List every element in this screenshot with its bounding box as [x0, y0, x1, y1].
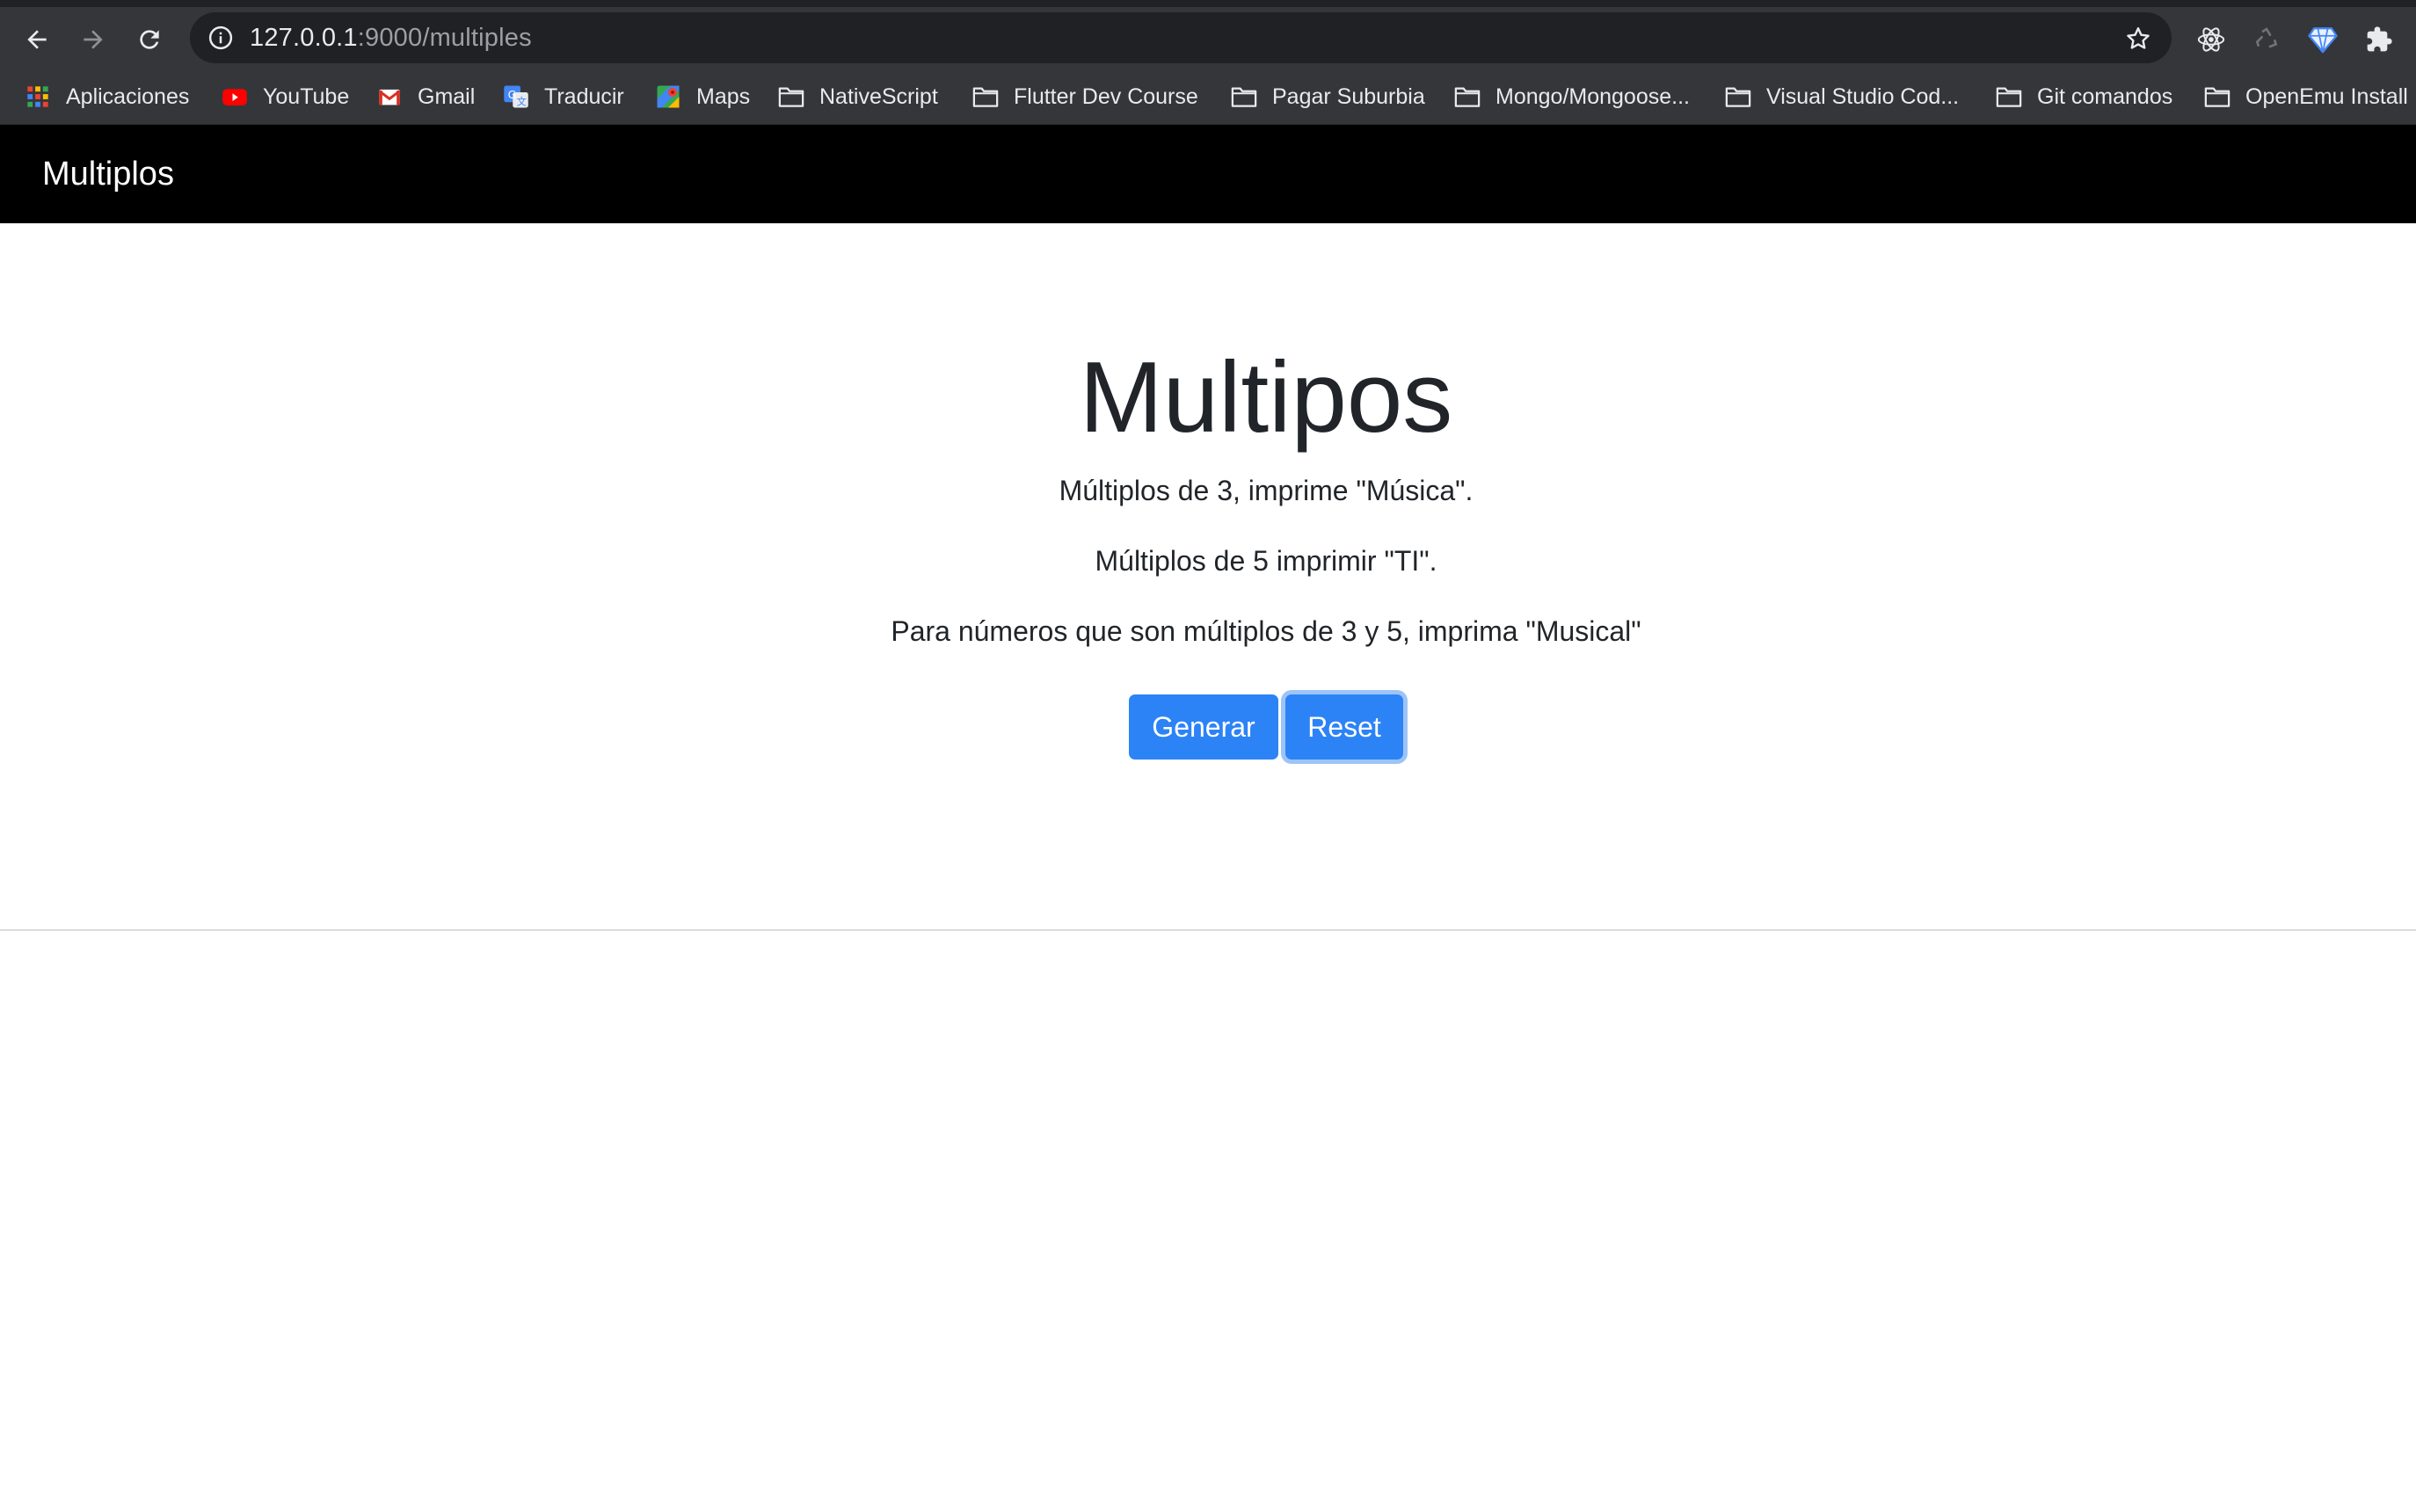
bookmark-git-comandos[interactable]: Git comandos	[1996, 69, 2173, 124]
bookmark-openemu-install[interactable]: OpenEmu Install	[2204, 69, 2408, 124]
folder-icon	[2204, 84, 2230, 110]
svg-text:文: 文	[517, 95, 527, 107]
info-icon[interactable]	[207, 25, 234, 51]
page-title: Multipos	[1079, 342, 1453, 454]
bookmark-pagar-suburbia[interactable]: Pagar Suburbia	[1231, 69, 1425, 124]
bookmark-nativescript[interactable]: NativeScript	[778, 69, 938, 124]
recycle-icon	[2255, 27, 2278, 48]
page-navbar: Multiplos	[0, 125, 2416, 223]
url-text[interactable]: 127.0.0.1:9000/multiples	[250, 24, 532, 52]
bookmark-label: OpenEmu Install	[2245, 84, 2408, 109]
bookmark-youtube[interactable]: YouTube	[222, 69, 350, 124]
diamond-icon	[2308, 27, 2338, 54]
bookmark-traducir[interactable]: G 文 Traducir	[503, 69, 624, 124]
bookmarks-bar: Aplicaciones YouTube Gmail G 文 Traducir …	[0, 69, 2416, 125]
reload-button[interactable]	[128, 18, 171, 61]
folder-icon	[1454, 84, 1481, 110]
arrow-left-icon	[27, 30, 47, 49]
svg-text:G: G	[508, 88, 517, 101]
address-bar[interactable]: 127.0.0.1:9000/multiples	[190, 12, 2172, 63]
maps-icon	[655, 84, 681, 110]
translate-icon: G 文	[503, 84, 529, 110]
reset-button[interactable]: Reset	[1285, 694, 1403, 760]
folder-icon	[1725, 84, 1751, 110]
bookmark-label: NativeScript	[819, 84, 938, 109]
recycle-extension[interactable]	[2251, 24, 2282, 55]
arrow-right-icon	[84, 30, 103, 49]
rule-multiples-of-3-and-5: Para números que son múltiplos de 3 y 5,…	[891, 615, 1641, 647]
bookmark-visual-studio-code[interactable]: Visual Studio Cod...	[1725, 69, 1960, 124]
bookmark-mongo-mongoose[interactable]: Mongo/Mongoose...	[1454, 69, 1690, 124]
bookmark-maps[interactable]: Maps	[655, 69, 751, 124]
folder-icon	[972, 84, 999, 110]
url-host: 127.0.0.1	[250, 24, 358, 52]
bookmark-label: Maps	[696, 84, 751, 109]
url-path: :9000/multiples	[357, 24, 532, 52]
puzzle-icon	[2367, 26, 2392, 52]
rule-multiples-of-5: Múltiplos de 5 imprimir "TI".	[1095, 545, 1437, 577]
bookmark-aplicaciones[interactable]: Aplicaciones	[25, 69, 190, 124]
bookmark-label: Aplicaciones	[66, 84, 190, 109]
folder-icon	[1996, 84, 2022, 110]
star-icon[interactable]	[2124, 25, 2152, 53]
bookmark-label: Mongo/Mongoose...	[1495, 84, 1690, 109]
rule-multiples-of-3: Múltiplos de 3, imprime "Música".	[1059, 475, 1474, 506]
forward-button[interactable]	[72, 18, 114, 61]
bookmark-label: Pagar Suburbia	[1272, 84, 1425, 109]
extensions-menu-button[interactable]	[2363, 24, 2395, 55]
gmail-icon	[376, 84, 403, 110]
navbar-brand[interactable]: Multiplos	[42, 155, 174, 193]
bookmark-flutter-dev-course[interactable]: Flutter Dev Course	[972, 69, 1198, 124]
react-devtools-extension[interactable]	[2195, 24, 2227, 55]
react-devtools-icon	[2197, 27, 2225, 52]
bookmark-label: Git comandos	[2037, 84, 2173, 109]
apps-grid-icon	[25, 84, 51, 110]
content-divider	[0, 929, 2416, 931]
generar-button[interactable]: Generar	[1129, 694, 1278, 760]
back-button[interactable]	[16, 18, 58, 61]
browser-toolbar: 127.0.0.1:9000/multiples	[0, 0, 2416, 69]
bookmark-label: YouTube	[263, 84, 350, 109]
bookmark-gmail[interactable]: Gmail	[376, 69, 476, 124]
reload-icon	[140, 30, 159, 49]
bookmark-label: Flutter Dev Course	[1014, 84, 1198, 109]
diamond-extension[interactable]	[2307, 24, 2339, 55]
bookmark-label: Gmail	[418, 84, 476, 109]
bookmark-label: Visual Studio Cod...	[1766, 84, 1960, 109]
bookmark-label: Traducir	[544, 84, 624, 109]
folder-icon	[1231, 84, 1257, 110]
youtube-icon	[222, 84, 248, 110]
folder-icon	[778, 84, 804, 110]
